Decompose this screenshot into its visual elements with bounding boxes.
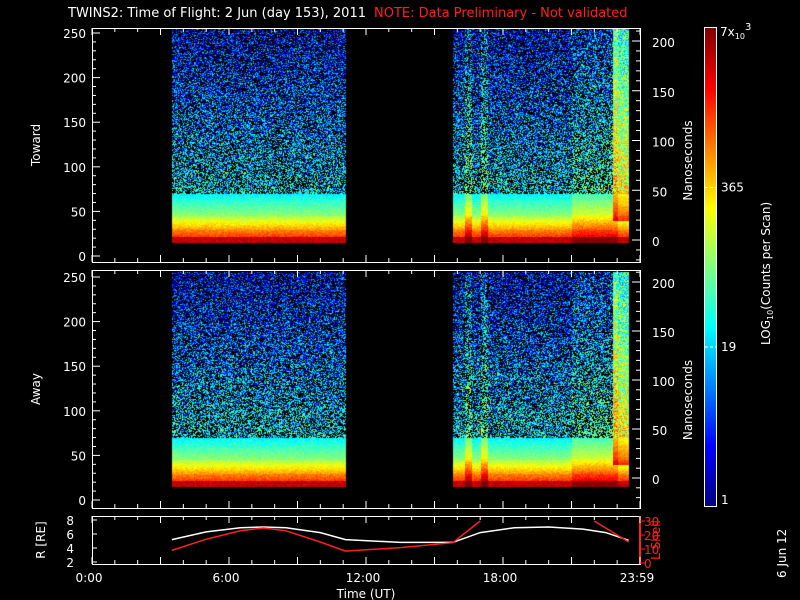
right-tick-label: 0 [652, 235, 660, 249]
right-tick-label: 100 [652, 375, 675, 389]
right-tick-label: 200 [652, 36, 675, 50]
y-tick-label: 200 [63, 72, 86, 86]
right-tick-label: 50 [652, 185, 667, 199]
right-axis-label: Nanoseconds [681, 120, 695, 200]
x-tick-label: 12:00 [346, 571, 381, 585]
r-distance-line [171, 526, 629, 544]
x-tick-label: 0:00 [76, 571, 103, 585]
y-tick-label: 100 [63, 161, 86, 175]
orbit-right-label: L Shell [649, 520, 663, 560]
colorbar-label: LOG10(Counts per Scan) [759, 202, 775, 345]
panel-label: Away [29, 373, 43, 405]
l-shell-line [171, 520, 629, 552]
x-axis-label: Time (UT) [336, 587, 396, 600]
y-tick-label: 250 [63, 271, 86, 285]
orbit-left-tick-label: 4 [66, 542, 74, 556]
y-tick-label: 250 [63, 27, 86, 41]
right-tick-label: 0 [652, 473, 660, 487]
right-tick-label: 100 [652, 136, 675, 150]
y-tick-label: 150 [63, 116, 86, 130]
y-tick-label: 200 [63, 316, 86, 330]
colorbar-tick-label: 365 [721, 180, 744, 194]
right-tick-label: 150 [652, 86, 675, 100]
orbit-left-tick-label: 8 [66, 514, 74, 528]
date-stamp: 6 Jun 12 [775, 529, 789, 578]
colorbar-tick-label: 7x103 [720, 22, 751, 41]
panel-frame [92, 270, 641, 509]
panel-label: Toward [29, 124, 43, 167]
y-tick-label: 50 [71, 205, 86, 219]
colorbar-frame [704, 27, 717, 507]
y-tick-label: 0 [78, 250, 86, 264]
right-tick-label: 200 [652, 277, 675, 291]
orbit-left-tick-label: 6 [66, 528, 74, 542]
y-tick-label: 150 [63, 360, 86, 374]
colorbar-tick-label: 19 [721, 340, 736, 354]
y-tick-label: 50 [71, 449, 86, 463]
x-tick-label: 18:00 [483, 571, 518, 585]
y-tick-label: 100 [63, 405, 86, 419]
right-tick-label: 50 [652, 424, 667, 438]
axes-overlay: 1 19 365 7x103 LOG10(Counts per Scan) 0 50 100 1… [29, 22, 789, 600]
colorbar-tick-label: 1 [721, 493, 729, 507]
panel-frame [92, 28, 641, 263]
x-tick-label: 23:59 [620, 571, 655, 585]
x-tick-label: 6:00 [213, 571, 240, 585]
right-axis-label: Nanoseconds [681, 360, 695, 440]
right-tick-label: 150 [652, 326, 675, 340]
y-tick-label: 0 [78, 494, 86, 508]
orbit-left-tick-label: 2 [66, 556, 74, 570]
orbit-left-label: R [RE] [34, 521, 48, 558]
